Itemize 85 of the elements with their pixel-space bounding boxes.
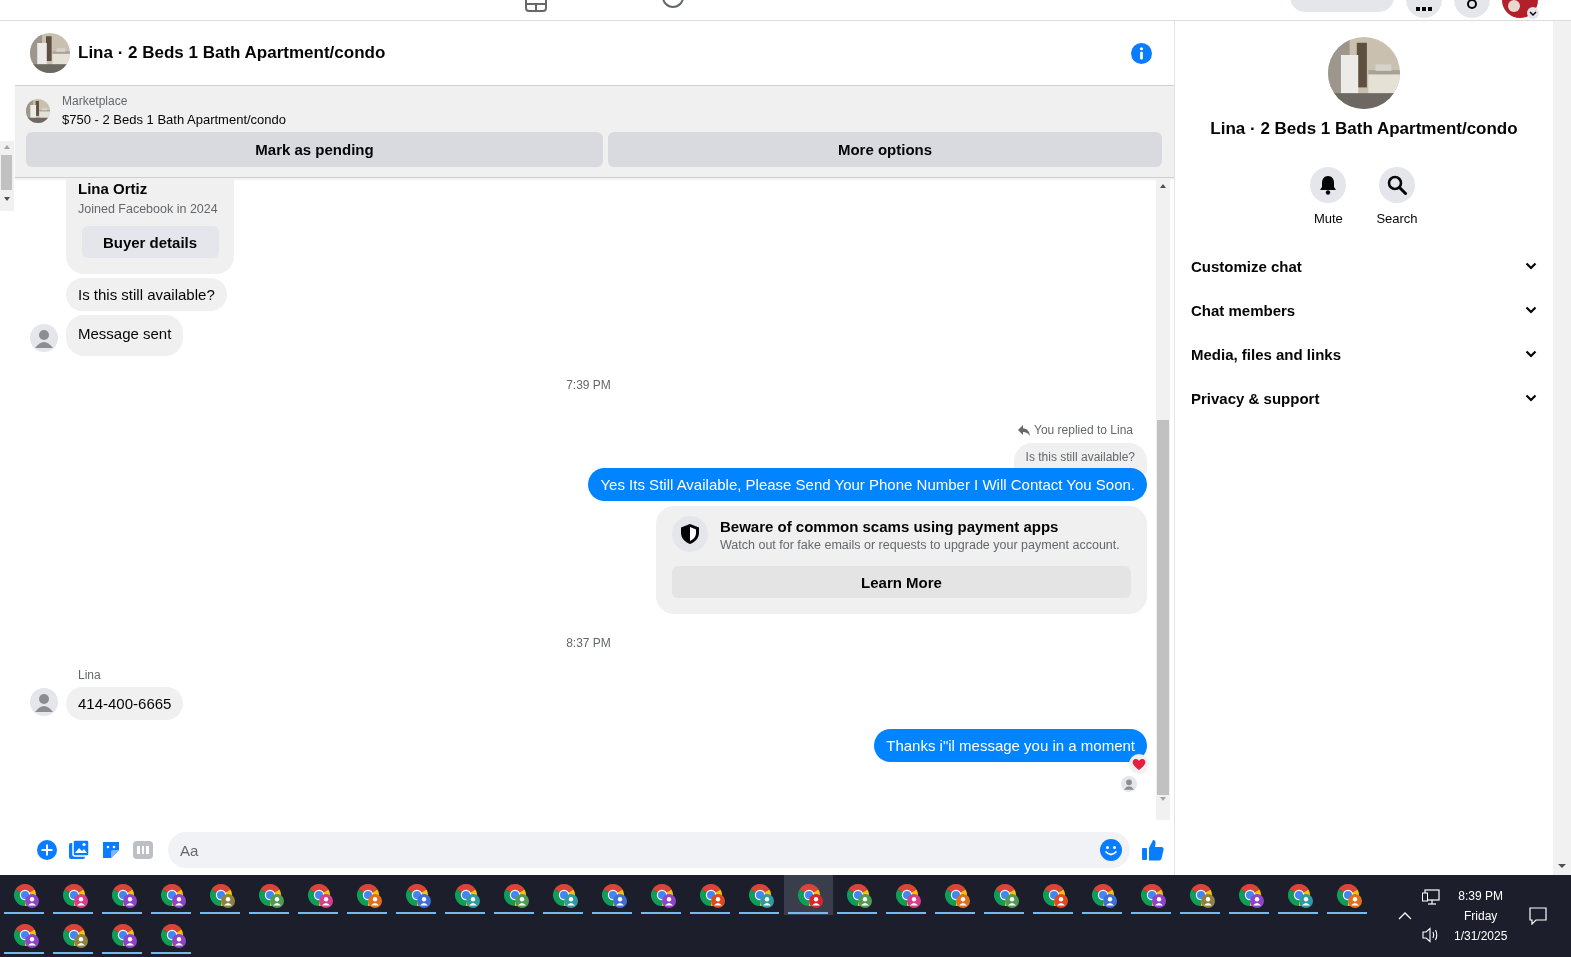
sticker-icon[interactable]	[101, 840, 121, 860]
message-bubble: 414-400-6665	[66, 687, 184, 720]
profile-badge-icon	[515, 894, 529, 908]
message-input[interactable]: Aa	[168, 832, 1130, 868]
profile-badge-icon	[564, 894, 578, 908]
profile-badge-icon	[319, 894, 333, 908]
avatar-icon	[30, 688, 58, 716]
thumbs-up-icon[interactable]	[1142, 839, 1164, 861]
chevron-up-icon[interactable]	[1398, 912, 1412, 920]
profile-badge-icon	[760, 894, 774, 908]
bell-icon[interactable]	[1319, 175, 1338, 195]
joined-note: Joined Facebook in 2024	[78, 202, 219, 216]
buyer-details-button[interactable]: Buyer details	[81, 226, 219, 258]
reply-icon	[1018, 424, 1030, 436]
profile-badge-icon	[466, 894, 480, 908]
profile-badge-icon	[1299, 894, 1313, 908]
profile-badge-icon	[25, 934, 39, 948]
taskbar-app-button[interactable]	[784, 875, 833, 915]
scrollbar[interactable]	[0, 141, 14, 211]
timestamp: 8:37 PM	[566, 636, 611, 650]
network-icon[interactable]	[1422, 889, 1440, 905]
message-bubble: Message sent	[66, 315, 184, 356]
clock-time[interactable]: 8:39 PM	[1458, 889, 1504, 903]
message-bubble: Yes Its Still Available, Please Send Your Phone Number I Will Contact You Soon.	[588, 468, 1147, 501]
search-icon[interactable]	[1387, 175, 1407, 195]
profile-badge-icon	[123, 934, 137, 948]
profile-badge-icon	[1054, 894, 1068, 908]
listing-action-button[interactable]: Mark as pending	[26, 132, 603, 167]
chevron-down-icon[interactable]	[1525, 394, 1537, 402]
listing-source: Marketplace	[62, 94, 129, 108]
avatar-icon	[1121, 776, 1137, 792]
listing-action-button[interactable]: More options	[608, 132, 1162, 167]
profile-badge-icon	[74, 934, 88, 948]
profile-badge-icon	[1152, 894, 1166, 908]
profile-badge-icon	[1005, 894, 1019, 908]
conversation-title: Lina · 2 Beds 1 Bath Apartment/condo	[1210, 119, 1518, 139]
profile-badge-icon	[172, 934, 186, 948]
section-row[interactable]: Chat members	[1183, 288, 1545, 332]
timestamp: 7:39 PM	[566, 378, 611, 392]
clock-date[interactable]: 1/31/2025	[1454, 929, 1508, 943]
warning-text: Watch out for fake emails or requests to upgrade your payment account.	[720, 538, 1120, 552]
profile-badge-icon	[809, 894, 823, 908]
profile-badge-icon	[1250, 894, 1264, 908]
avatar-icon	[30, 324, 58, 352]
message-bubble: Thanks i"il message you in a moment	[874, 729, 1147, 762]
profile-badge-icon	[1348, 894, 1362, 908]
clock-day[interactable]: Friday	[1464, 909, 1498, 923]
volume-icon[interactable]	[1422, 927, 1440, 943]
chevron-down-icon[interactable]	[1525, 306, 1537, 314]
chevron-down-icon[interactable]	[1525, 350, 1537, 358]
photo-icon[interactable]	[69, 840, 89, 860]
profile-badge-icon	[613, 894, 627, 908]
profile-badge-icon	[907, 894, 921, 908]
profile-badge-icon	[858, 894, 872, 908]
profile-badge-icon	[662, 894, 676, 908]
profile-badge-icon	[270, 894, 284, 908]
chevron-down-icon[interactable]	[1525, 262, 1537, 270]
sender-name: Lina	[78, 668, 102, 682]
info-icon[interactable]	[1131, 42, 1152, 64]
profile-badge-icon	[956, 894, 970, 908]
notification-icon[interactable]	[1529, 907, 1548, 925]
chat-title: Lina · 2 Beds 1 Bath Apartment/condo	[78, 43, 387, 63]
profile-badge-icon	[74, 894, 88, 908]
message-bubble: Is this still available?	[66, 278, 227, 311]
emoji-icon[interactable]	[1100, 839, 1122, 861]
profile-badge-icon	[711, 894, 725, 908]
profile-badge-icon	[368, 894, 382, 908]
profile-badge-icon	[221, 894, 235, 908]
profile-badge-icon	[25, 894, 39, 908]
section-row[interactable]: Privacy & support	[1183, 376, 1545, 420]
profile-badge-icon	[123, 894, 137, 908]
warning-title: Beware of common scams using payment apps	[720, 518, 1060, 535]
shield-icon	[672, 516, 708, 552]
profile-badge-icon	[417, 894, 431, 908]
reply-label: You replied to Lina	[1034, 423, 1133, 437]
scrollbar[interactable]	[1156, 178, 1170, 820]
listing-title[interactable]: $750 - 2 Beds 1 Bath Apartment/condo	[62, 112, 287, 127]
section-row[interactable]: Media, files and links	[1183, 332, 1545, 376]
section-row[interactable]: Customize chat	[1183, 244, 1545, 288]
profile-badge-icon	[1201, 894, 1215, 908]
learn-more-button[interactable]: Learn More	[672, 566, 1131, 598]
profile-badge-icon	[1103, 894, 1117, 908]
add-icon[interactable]	[37, 840, 57, 860]
buyer-name: Lina Ortiz	[78, 180, 149, 197]
profile-badge-icon	[172, 894, 186, 908]
